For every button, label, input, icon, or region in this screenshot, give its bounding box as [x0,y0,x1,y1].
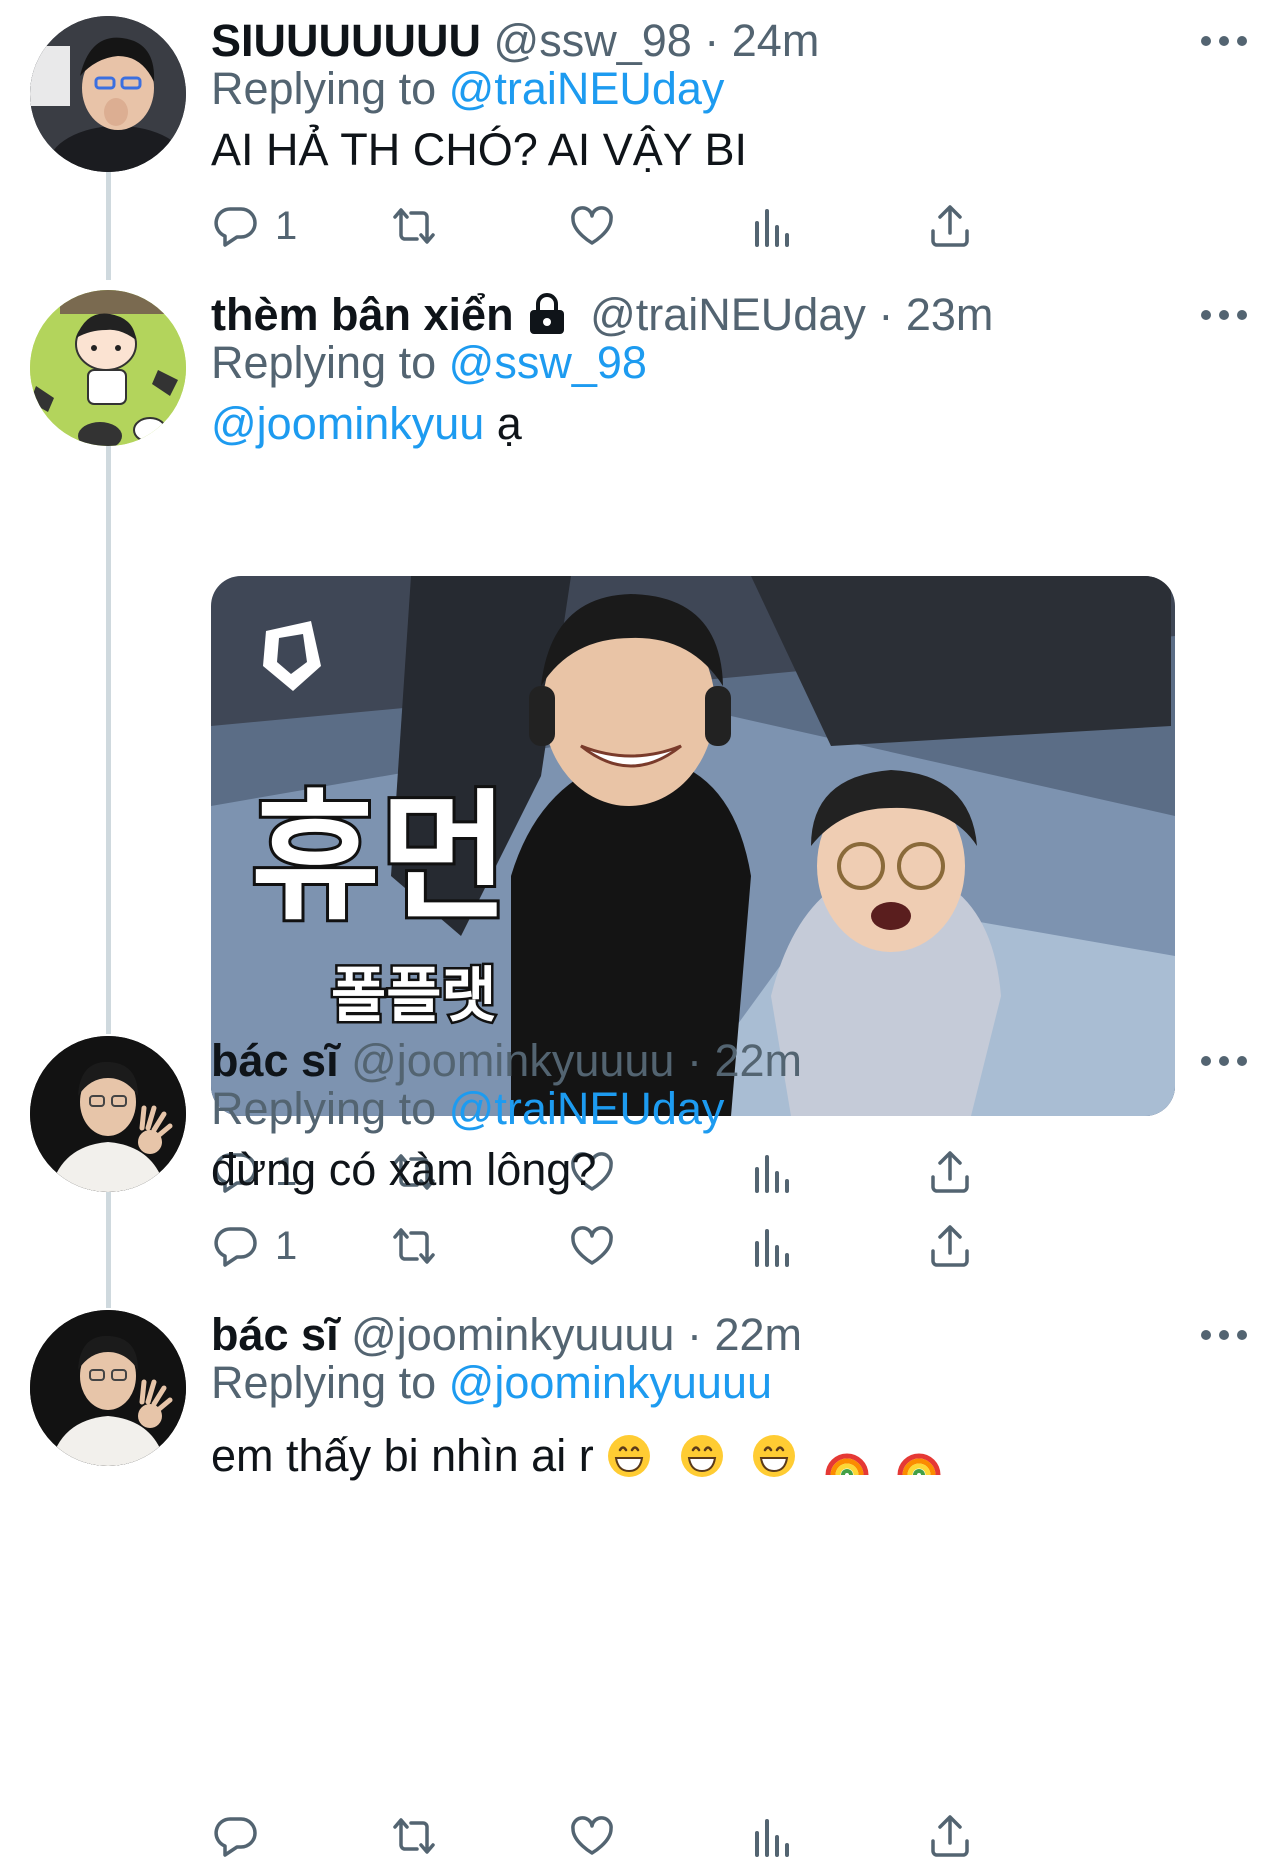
share-button[interactable] [925,1808,975,1864]
analytics-icon [755,1819,789,1857]
grinning-face-icon [608,1435,651,1477]
replying-to-label: Replying to [211,1357,437,1408]
avatar[interactable] [30,1310,186,1466]
replying-to-line: Replying to @joominkyuuuu [211,1356,772,1410]
grinning-face-icon [680,1435,723,1477]
retweet-icon [393,1818,435,1854]
share-icon [931,1815,969,1857]
tweet-header: bác sĩ @joominkyuuuu · 22m [211,1308,802,1362]
like-button[interactable] [567,1808,617,1864]
reply-button[interactable] [211,1808,275,1864]
grinning-face-icon [753,1435,796,1477]
views-button[interactable] [747,1808,797,1864]
tweet[interactable]: bác sĩ @joominkyuuuu · 22m Replying to @… [0,0,1284,1875]
tweet-text: em thấy bi nhìn ai r [211,1430,594,1481]
rainbow-icon [825,1453,869,1476]
reply-icon [214,1817,257,1857]
replying-to-mention[interactable]: @joominkyuuuu [449,1357,772,1408]
more-options-button[interactable] [1196,1320,1252,1350]
retweet-button[interactable] [389,1808,439,1864]
rainbow-icon [897,1453,941,1476]
display-name[interactable]: bác sĩ [211,1309,339,1360]
tweet-actions [211,1808,1131,1864]
tweet-text-line: em thấy bi nhìn ai r [211,1428,956,1484]
heart-icon [571,1816,613,1855]
timestamp[interactable]: · 22m [687,1309,802,1360]
handle[interactable]: @joominkyuuuu [351,1309,674,1360]
